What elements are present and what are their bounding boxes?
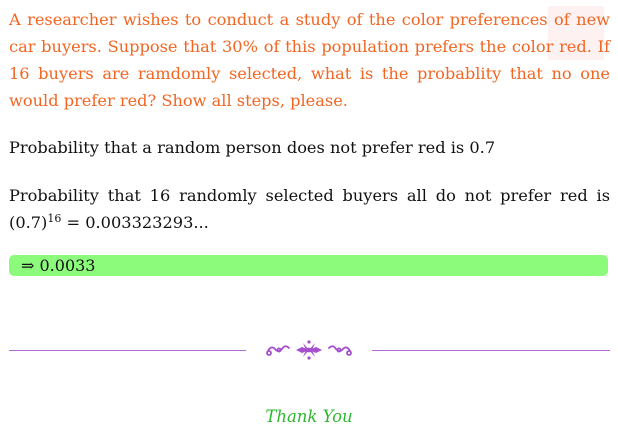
solution-step-2-exponent: 16 bbox=[47, 212, 62, 225]
divider-left bbox=[9, 350, 246, 351]
thank-you-text: Thank You bbox=[265, 407, 353, 426]
solution-step-2: Probability that 16 randomly selected bu… bbox=[9, 182, 610, 236]
page: A researcher wishes to conduct a study o… bbox=[0, 0, 618, 433]
divider-right bbox=[372, 350, 610, 351]
final-answer: ⇒ 0.0033 bbox=[21, 256, 96, 275]
solution-step-2-base: (0.7) bbox=[9, 213, 48, 232]
floral-ornament-icon bbox=[266, 340, 352, 360]
solution-step-2-result: = 0.003323293... bbox=[61, 213, 209, 232]
solution-step-2-prefix: Probability that 16 randomly selected bu… bbox=[9, 186, 610, 205]
solution-step-1: Probability that a random person does no… bbox=[9, 138, 496, 157]
question-text: A researcher wishes to conduct a study o… bbox=[9, 10, 610, 110]
answer-box: ⇒ 0.0033 bbox=[9, 255, 608, 276]
